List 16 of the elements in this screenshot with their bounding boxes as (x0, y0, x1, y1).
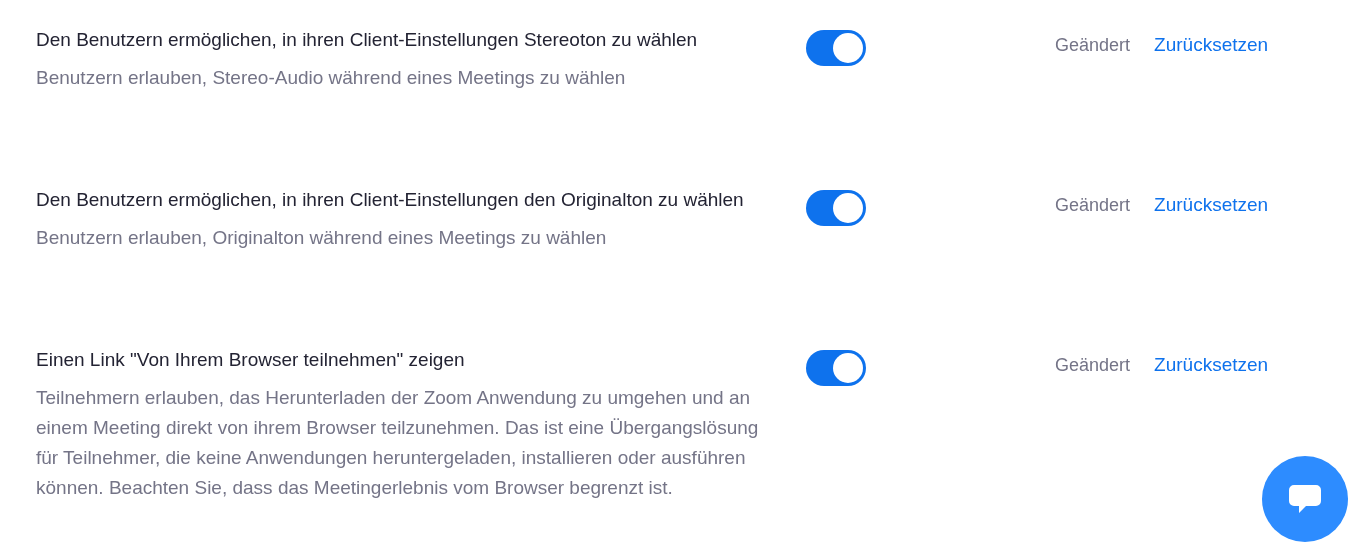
status-label: Geändert (1055, 194, 1131, 217)
setting-title: Den Benutzern ermöglichen, in ihren Client-Einstellungen Stereoton zu wählen (36, 28, 699, 51)
setting-description: Benutzern erlauben, Originalton während eines Meetings zu wählen (36, 226, 608, 250)
setting-description: Benutzern erlauben, Stereo-Audio während eines Meetings zu wählen (36, 66, 627, 90)
status-label: Geändert (1055, 354, 1131, 377)
setting-description: Teilnehmern erlauben, das Herunterladen der Zoom Anwendung zu umgehen und an einem Meeting direkt von ihrem Browser teilzunehmen. Das ist eine Übergangslösung für Teilnehmer, die keine Anwendungen heruntergeladen, installieren oder ausführen können. Beachten Sie, dass das Meetingerlebnis vom Browser begrenzt ist. (36, 386, 760, 500)
reset-link[interactable]: Zurücksetzen (1154, 31, 1269, 60)
setting-title: Den Benutzern ermöglichen, in ihren Client-Einstellungen den Originalton zu wählen (36, 188, 745, 211)
toggle-switch[interactable] (806, 190, 866, 226)
reset-link[interactable]: Zurücksetzen (1154, 351, 1269, 380)
toggle-switch[interactable] (806, 30, 866, 66)
chat-bubble-icon (1288, 483, 1322, 515)
setting-title: Einen Link "Von Ihrem Browser teilnehmen" zeigen (36, 348, 466, 371)
status-label: Geändert (1055, 34, 1131, 57)
reset-link[interactable]: Zurücksetzen (1154, 191, 1269, 220)
toggle-switch[interactable] (806, 350, 866, 386)
